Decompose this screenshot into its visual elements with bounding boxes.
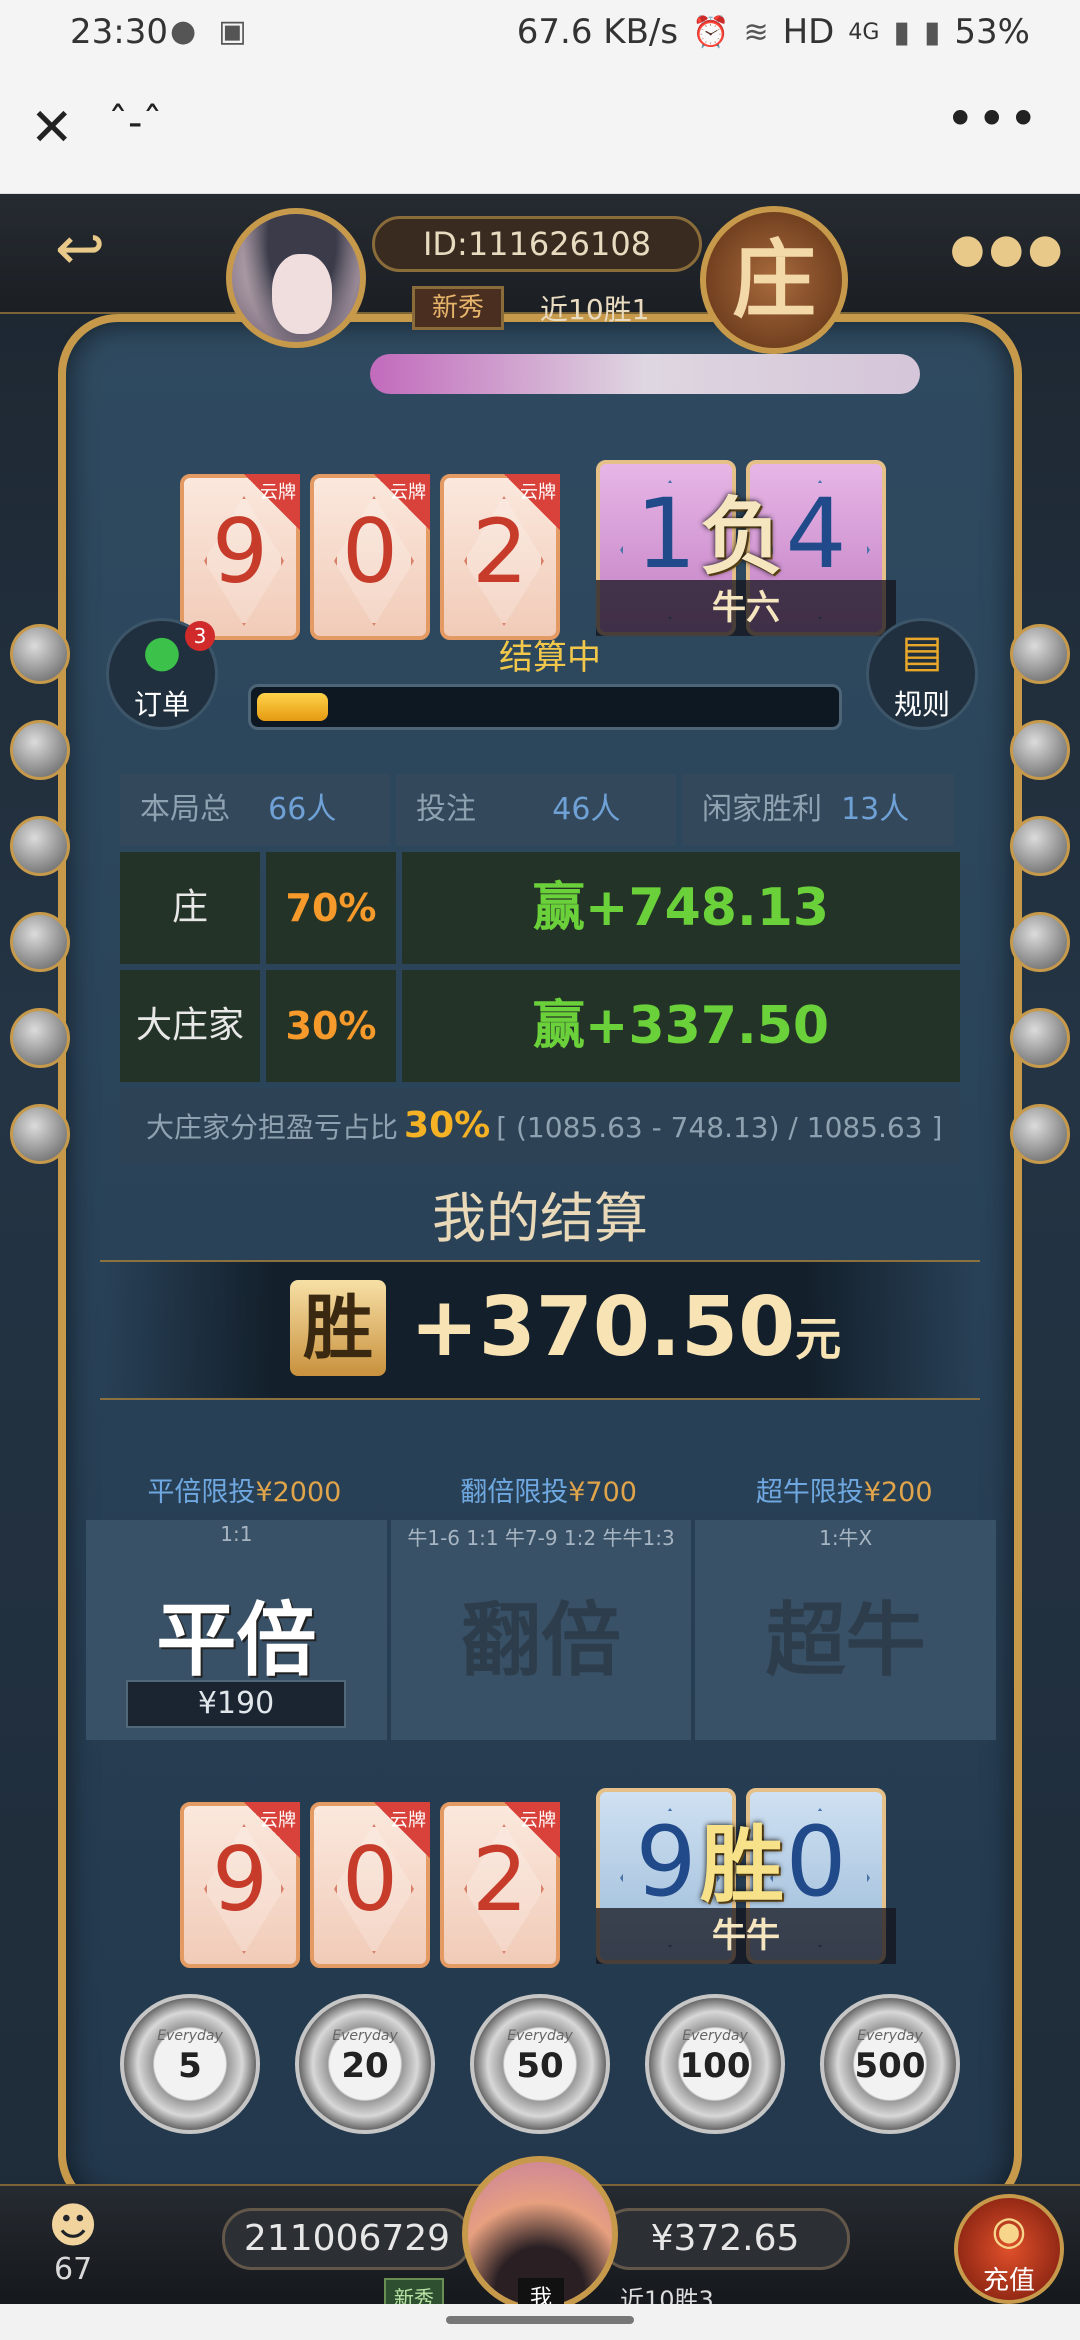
wifi-icon: ≋: [743, 14, 769, 50]
seat-avatar-left-3[interactable]: [10, 816, 70, 876]
status-bar: 23:30 ● ▣ 67.6 KB/s ⏰ ≋ HD 4G ▮ ▮ 53%: [0, 0, 1080, 66]
player-card-2: 0 云牌: [310, 1802, 430, 1968]
limit-super: 超牛限投¥200: [755, 1477, 933, 1508]
battery-level: 53%: [954, 12, 1030, 52]
banker-card-2: 0 云牌: [310, 474, 430, 640]
chip-50[interactable]: Everyday 50: [470, 1994, 610, 2134]
bet-zone-super[interactable]: 1:牛X 超牛: [695, 1520, 997, 1740]
banker-rookie-tag: 新秀: [412, 286, 504, 330]
alarm-icon: ⏰: [692, 14, 730, 50]
bet-zone-flat-amount: ¥190: [126, 1680, 346, 1728]
stat-win: 闲家胜利 13人: [682, 774, 954, 846]
seat-avatar-right-4[interactable]: [1010, 912, 1070, 972]
coin-icon: ◉: [991, 2208, 1027, 2254]
share-ratio-row: 大庄家分担盈亏占比 30%[ (1085.63 - 748.13) / 1085.…: [120, 1088, 960, 1164]
player-bar: ☻ 67 211006729 ¥372.65 新秀 我 近10胜3 ◉ 充值: [0, 2156, 1080, 2304]
player-hand-name: 牛牛: [596, 1908, 896, 1964]
banker-result-mark: 负: [700, 488, 785, 586]
my-settle-panel: 胜 +370.50元: [100, 1260, 980, 1400]
chip-tray: Everyday 5 Everyday 20 Everyday 50 Everyday…: [120, 1994, 960, 2134]
seat-avatar-right-2[interactable]: [1010, 720, 1070, 780]
player-result-mark: 胜: [700, 1816, 785, 1914]
limit-flat: 平倍限投¥2000: [147, 1477, 342, 1508]
users-icon[interactable]: ☻: [48, 2198, 98, 2254]
seat-avatar-right-5[interactable]: [1010, 1008, 1070, 1068]
signal-icon: ▮: [893, 14, 910, 50]
stat-row-banker: 庄 70% 赢+748.13: [120, 852, 960, 964]
settle-status: 结算中: [499, 638, 601, 678]
chip-5[interactable]: Everyday 5: [120, 1994, 260, 2134]
bet-zone-double[interactable]: 牛1-6 1:1 牛7-9 1:2 牛牛1:3 翻倍: [390, 1520, 692, 1740]
banker-avatar[interactable]: [226, 208, 366, 348]
chip-100[interactable]: Everyday 100: [645, 1994, 785, 2134]
game-menu-icon[interactable]: ●●●: [950, 214, 1063, 284]
my-record: 近10胜3: [620, 2286, 714, 2304]
battery-icon: ▮: [923, 14, 941, 50]
network-hd: HD: [782, 12, 835, 52]
chip-500[interactable]: Everyday 500: [820, 1994, 960, 2134]
wechat-icon: ●: [170, 14, 197, 49]
banker-badge: 庄: [700, 206, 848, 354]
order-label: 订单: [133, 688, 190, 721]
chip-20[interactable]: Everyday 20: [295, 1994, 435, 2134]
my-settle-amount: +370.50元: [410, 1280, 842, 1375]
banker-hand: 9 云牌 0 云牌 2 云牌: [180, 474, 560, 640]
settle-progress-fill: [257, 693, 328, 721]
order-button[interactable]: ● 订单 3: [106, 618, 218, 730]
order-badge: 3: [185, 621, 215, 651]
banker-card-3: 2 云牌: [440, 474, 560, 640]
banker-hand-name: 牛六: [596, 580, 896, 636]
network-speed: 67.6 KB/s: [516, 12, 679, 52]
seat-avatar-left-2[interactable]: [10, 720, 70, 780]
online-count: 67: [54, 2252, 93, 2287]
my-rookie-tag: 新秀: [384, 2278, 444, 2304]
seat-avatar-right-1[interactable]: [1010, 624, 1070, 684]
image-icon: ▣: [218, 14, 247, 49]
game-area: ↩ ●●● ID:111626108 新秀 近10胜1 庄 9 云牌 0 云牌 2云…: [0, 194, 1080, 2304]
network-4g: 4G: [848, 19, 880, 45]
stat-bet: 投注 46人: [396, 774, 676, 846]
title-bar: ✕ ˆ-ˆ •••: [0, 66, 1080, 194]
settle-progress-bar: [248, 684, 842, 730]
bet-limits: 平倍限投¥2000 翻倍限投¥700 超牛限投¥200: [88, 1470, 992, 1520]
more-icon[interactable]: •••: [946, 90, 1040, 148]
player-card-3: 2 云牌: [440, 1802, 560, 1968]
my-id: 211006729: [222, 2208, 472, 2270]
limit-double: 翻倍限投¥700: [460, 1477, 637, 1508]
seat-avatar-left-5[interactable]: [10, 1008, 70, 1068]
player-hand: 9 云牌 0 云牌 2 云牌: [180, 1802, 560, 1968]
back-icon[interactable]: ↩: [30, 214, 130, 284]
home-indicator[interactable]: [446, 2316, 634, 2324]
bet-zones: 1:1 平倍 ¥190 牛1-6 1:1 牛7-9 1:2 牛牛1:3 翻倍 1…: [86, 1520, 997, 1740]
stat-row-big-banker: 大庄家 30% 赢+337.50: [120, 970, 960, 1082]
stat-total: 本局总 66人: [120, 774, 390, 846]
banker-card-1: 9 云牌: [180, 474, 300, 640]
seat-avatar-left-6[interactable]: [10, 1104, 70, 1164]
rules-label: 规则: [893, 688, 950, 721]
status-time: 23:30: [70, 12, 168, 52]
banker-record: 近10胜1: [540, 293, 650, 326]
my-settle-win-chip: 胜: [290, 1280, 386, 1376]
seat-avatar-left-4[interactable]: [10, 912, 70, 972]
page-title: ˆ-ˆ: [108, 100, 163, 146]
seat-avatar-left-1[interactable]: [10, 624, 70, 684]
recharge-button[interactable]: ◉ 充值: [954, 2194, 1064, 2304]
my-balance: ¥372.65: [600, 2208, 850, 2270]
my-me-tag: 我: [518, 2278, 565, 2304]
round-stats: 本局总 66人 投注 46人 闲家胜利 13人 庄 70% 赢+748.13 大…: [120, 774, 960, 1164]
my-settle-title: 我的结算: [432, 1187, 648, 1250]
player-card-1: 9 云牌: [180, 1802, 300, 1968]
seat-avatar-right-3[interactable]: [1010, 816, 1070, 876]
close-icon[interactable]: ✕: [30, 102, 74, 154]
banker-id: ID:111626108: [372, 216, 702, 272]
rules-button[interactable]: ▤ 规则: [866, 618, 978, 730]
bet-zone-flat[interactable]: 1:1 平倍 ¥190: [86, 1520, 387, 1740]
masked-name-bar: [370, 354, 920, 394]
document-icon: ▤: [901, 626, 943, 677]
seat-avatar-right-6[interactable]: [1010, 1104, 1070, 1164]
